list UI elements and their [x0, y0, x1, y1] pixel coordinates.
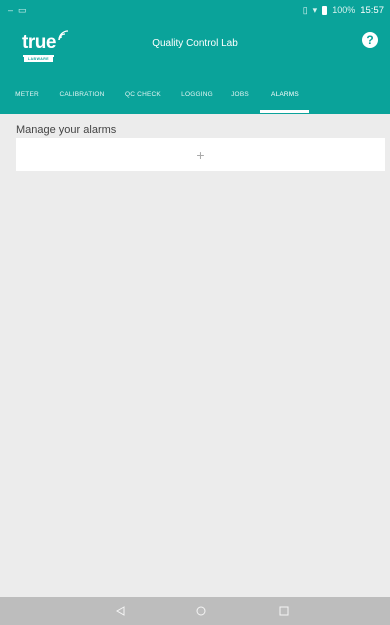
help-icon: ? [366, 33, 374, 47]
back-triangle-icon [115, 606, 124, 616]
battery-percent: 100% [332, 5, 356, 15]
tab-alarms[interactable]: ALARMS [264, 91, 306, 98]
tab-logging[interactable]: LOGGING [180, 91, 214, 98]
alarms-panel: Manage your alarms + [0, 114, 390, 597]
logo-subtext: LABWARE [24, 57, 53, 62]
status-left-icons: – ▭ [8, 4, 27, 15]
status-right-icons: ▯ ▾ 100% 15:57 [303, 5, 384, 16]
nav-recents-button[interactable] [276, 603, 292, 619]
wifi-icon: ▾ [312, 4, 318, 15]
app-title: Quality Control Lab [152, 38, 238, 49]
tab-qc-check[interactable]: QC CHECK [123, 91, 163, 98]
tab-calibration[interactable]: CALIBRATION [58, 91, 106, 98]
clock: 15:57 [360, 4, 384, 16]
plus-icon: + [196, 146, 205, 163]
tab-meter[interactable]: METER [14, 91, 40, 98]
add-alarm-button[interactable]: + [16, 138, 385, 171]
vibrate-icon: ▯ [302, 4, 308, 15]
recents-square-icon [279, 606, 289, 616]
nav-home-button[interactable] [193, 603, 209, 619]
status-bar: – ▭ ▯ ▾ 100% 15:57 [0, 0, 390, 20]
nav-back-button[interactable] [112, 603, 128, 619]
tab-bar: METER CALIBRATION QC CHECK LOGGING JOBS … [0, 76, 390, 114]
help-button[interactable]: ? [362, 32, 378, 48]
section-title: Manage your alarms [16, 124, 117, 136]
system-nav-bar [0, 597, 390, 625]
tab-jobs[interactable]: JOBS [230, 91, 250, 98]
screenshot-icon: ▭ [18, 4, 27, 15]
active-tab-indicator [260, 110, 309, 113]
battery-icon [322, 5, 328, 15]
home-circle-icon [196, 606, 206, 616]
app-toolbar: true LABWARE Quality Control Lab ? [0, 20, 390, 76]
notification-dash-icon: – [8, 4, 14, 15]
